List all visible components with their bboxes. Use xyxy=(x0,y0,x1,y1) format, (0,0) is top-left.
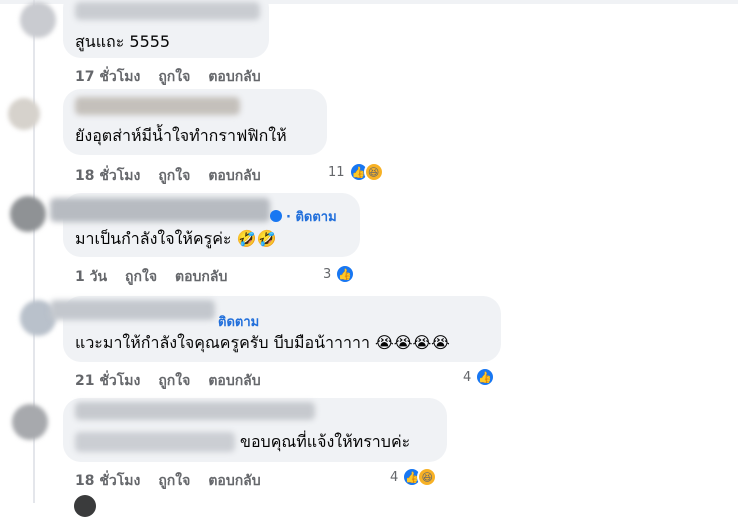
avatar[interactable] xyxy=(10,196,46,232)
like-button[interactable]: ถูกใจ xyxy=(125,266,157,288)
like-button[interactable]: ถูกใจ xyxy=(158,165,190,187)
comment-time[interactable]: 21 ชั่วโมง xyxy=(75,370,140,392)
comment-actions: 18 ชั่วโมง ถูกใจ ตอบกลับ xyxy=(75,470,261,492)
follow-label: · ติดตาม xyxy=(286,210,337,225)
comment-text: ขอบคุณที่แจ้งให้ทราบค่ะ xyxy=(240,432,411,451)
like-button[interactable]: ถูกใจ xyxy=(158,470,190,492)
comment-text: ยังอุตส่าห์มีน้ำใจทำกราฟฟิกให้ xyxy=(75,126,287,145)
reply-button[interactable]: ตอบกลับ xyxy=(208,66,260,88)
comment-time[interactable]: 17 ชั่วโมง xyxy=(75,66,140,88)
avatar[interactable] xyxy=(8,98,40,130)
reply-button[interactable]: ตอบกลับ xyxy=(208,165,260,187)
commenter-name-redacted[interactable] xyxy=(75,97,240,115)
reaction-count: 4 xyxy=(463,369,472,385)
comment-text: มาเป็นกำลังใจให้ครูค่ะ 🤣🤣 xyxy=(75,229,277,248)
commenter-name-redacted[interactable] xyxy=(75,402,315,420)
reaction-count: 11 xyxy=(328,164,345,180)
haha-icon: 😆 xyxy=(363,162,384,182)
reaction-summary[interactable]: 11 👍 😆 xyxy=(328,162,384,182)
like-button[interactable]: ถูกใจ xyxy=(158,370,190,392)
follow-link[interactable]: · ติดตาม xyxy=(270,206,337,227)
reaction-count: 3 xyxy=(323,266,332,282)
reply-button[interactable]: ตอบกลับ xyxy=(208,470,260,492)
reaction-summary[interactable]: 4 👍 😆 xyxy=(390,467,438,487)
reply-button[interactable]: ตอบกลับ xyxy=(208,370,260,392)
comment-actions: 1 วัน ถูกใจ ตอบกลับ xyxy=(75,266,227,288)
verified-badge-icon xyxy=(270,210,282,222)
haha-icon: 😆 xyxy=(417,467,438,487)
reaction-summary[interactable]: 4 👍 xyxy=(463,367,496,387)
comment-actions: 17 ชั่วโมง ถูกใจ ตอบกลับ xyxy=(75,66,261,88)
like-icon: 👍 xyxy=(475,367,496,387)
like-button[interactable]: ถูกใจ xyxy=(158,66,190,88)
commenter-name-redacted[interactable] xyxy=(50,300,215,320)
comment-text: แวะมาให้กำลังใจคุณครูครับ บีบมือน้าาาาา … xyxy=(75,333,450,352)
comment-time[interactable]: 1 วัน xyxy=(75,266,107,288)
commenter-name-redacted[interactable] xyxy=(50,198,270,222)
comment-actions: 18 ชั่วโมง ถูกใจ ตอบกลับ xyxy=(75,165,261,187)
avatar[interactable] xyxy=(12,404,48,440)
reply-button[interactable]: ตอบกลับ xyxy=(175,266,227,288)
redacted-text xyxy=(75,432,235,452)
like-icon: 👍 xyxy=(335,264,356,284)
comment-actions: 21 ชั่วโมง ถูกใจ ตอบกลับ xyxy=(75,370,261,392)
follow-link[interactable]: ติดตาม xyxy=(218,311,259,332)
reaction-count: 4 xyxy=(390,469,399,485)
avatar[interactable] xyxy=(74,495,96,517)
comment-text: สูนแถะ 5555 xyxy=(75,32,171,51)
reaction-summary[interactable]: 3 👍 xyxy=(323,264,356,284)
avatar[interactable] xyxy=(20,2,56,38)
commenter-name-redacted[interactable] xyxy=(75,2,260,20)
comment-time[interactable]: 18 ชั่วโมง xyxy=(75,470,140,492)
comment-time[interactable]: 18 ชั่วโมง xyxy=(75,165,140,187)
